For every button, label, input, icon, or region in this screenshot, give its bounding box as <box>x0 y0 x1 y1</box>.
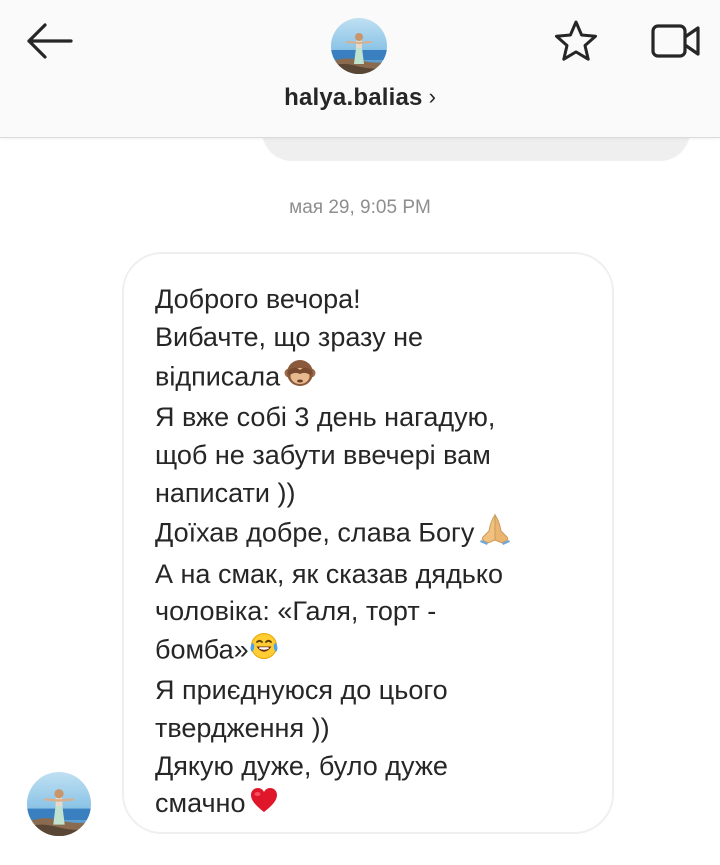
see-no-evil-monkey-emoji <box>284 357 316 400</box>
arrow-left-icon <box>27 23 73 59</box>
message-line: твердження )) <box>155 712 330 743</box>
favorite-button[interactable] <box>550 16 602 66</box>
tears-of-joy-emoji <box>249 631 279 672</box>
profile-photo <box>331 18 387 74</box>
message-line: бомба» <box>155 634 249 665</box>
message-line: Дякую дуже, було дуже <box>155 750 448 781</box>
chevron-right-icon: › <box>428 84 436 109</box>
folded-hands-emoji <box>478 513 512 556</box>
message-line: щоб не забути ввечері вам <box>155 440 491 471</box>
message-line: Я приєднуюся до цього <box>155 674 448 705</box>
message-line: чоловіка: «Галя, торт - <box>155 596 437 627</box>
thread-header: halya.balias › <box>0 0 720 138</box>
video-camera-icon <box>651 24 700 58</box>
message-line: Доїхав добре, слава Богу <box>155 517 475 548</box>
message-line: смачно <box>155 788 246 819</box>
message-timestamp: мая 29, 9:05 PM <box>289 197 431 218</box>
message-line: відписала <box>155 361 281 392</box>
header-avatar[interactable] <box>331 18 387 74</box>
sender-avatar[interactable] <box>27 772 91 836</box>
received-message-bubble[interactable]: Доброго вечора! Вибачте, що зразу не від… <box>122 252 614 834</box>
profile-photo <box>27 772 91 836</box>
back-button[interactable] <box>18 16 78 66</box>
message-text: Доброго вечора! Вибачте, що зразу не від… <box>155 281 592 825</box>
message-line: А на смак, як сказав дядько <box>155 558 503 589</box>
message-line: написати )) <box>155 477 296 508</box>
message-line: Вибачте, що зразу не <box>155 321 424 352</box>
message-line: Доброго вечора! <box>155 284 361 314</box>
message-line: Я вже собі 3 день нагадую, <box>155 402 496 433</box>
username-link[interactable]: halya.balias › <box>0 84 720 112</box>
username: halya.balias <box>284 84 423 111</box>
video-call-button[interactable] <box>646 16 706 66</box>
star-outline-icon <box>555 20 597 61</box>
red-heart-emoji <box>249 786 279 825</box>
